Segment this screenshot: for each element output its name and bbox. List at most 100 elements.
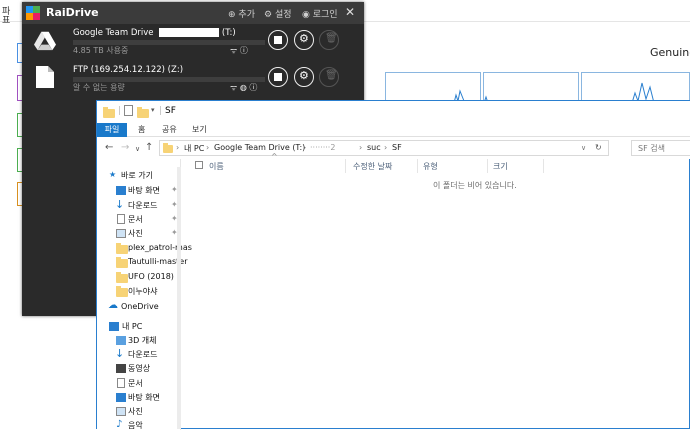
back-arrow-icon[interactable]: ← — [105, 142, 113, 153]
raidrive-logo-icon — [26, 6, 40, 20]
column-separator[interactable] — [417, 159, 418, 173]
breadcrumb-item[interactable]: ········2 — [310, 143, 335, 152]
tab-home[interactable]: 홈 — [133, 123, 150, 137]
nav-pane-scrollbar[interactable] — [177, 167, 181, 429]
search-box[interactable]: SF 검색 — [631, 140, 690, 156]
gear-icon: ⚙ — [299, 32, 309, 45]
nav-quick-access[interactable]: 바로 가기 — [121, 170, 153, 181]
login-button-label: 로그인 — [312, 10, 338, 20]
explorer-titlebar[interactable]: | ▾ | SF — [97, 101, 690, 123]
tab-view[interactable]: 보기 — [187, 123, 212, 137]
column-separator[interactable] — [543, 159, 544, 173]
nav-item-music[interactable]: 음악 — [128, 420, 143, 431]
nav-item-pictures[interactable]: 사진 — [128, 228, 143, 239]
nav-item-desktop[interactable]: 바탕 화면 — [128, 185, 160, 196]
nav-item-pictures[interactable]: 사진 — [128, 406, 143, 417]
refresh-icon[interactable]: ↻ — [595, 143, 602, 152]
background-menu-item[interactable]: 표 — [2, 13, 10, 26]
music-icon: ♪ — [116, 419, 123, 430]
raidrive-titlebar[interactable]: RaiDrive ⊕ 추가 ⚙ 설정 ◉ 로그인 ✕ — [22, 2, 364, 24]
tab-file[interactable]: 파일 — [97, 123, 127, 137]
recent-locations-chevron-icon[interactable]: ∨ — [135, 145, 140, 153]
globe-icon: ◍ — [239, 83, 247, 92]
file-icon — [36, 66, 54, 88]
drive-usage-text: 4.85 TB 사용중 — [73, 46, 129, 55]
folder-icon — [116, 243, 128, 254]
drive-settings-button[interactable]: ⚙ — [294, 30, 314, 50]
nav-item-desktop[interactable]: 바탕 화면 — [128, 392, 160, 403]
breadcrumb-item[interactable]: suc — [367, 143, 381, 152]
stop-icon — [274, 36, 282, 44]
breadcrumb-item[interactable]: SF — [392, 143, 402, 152]
nav-item-folder[interactable]: 이누야샤 — [128, 286, 157, 297]
nav-onedrive[interactable]: OneDrive — [121, 302, 159, 311]
pictures-icon — [116, 229, 126, 238]
nav-item-documents[interactable]: 문서 — [128, 378, 143, 389]
login-button[interactable]: ◉ 로그인 — [302, 7, 338, 20]
select-all-checkbox[interactable] — [195, 161, 203, 169]
background-graph — [581, 72, 690, 103]
delete-drive-button[interactable]: 🗑 — [319, 30, 339, 50]
breadcrumb-item[interactable]: Google Team Drive (T:) — [214, 143, 305, 152]
separator: | — [159, 106, 163, 116]
drive-row-google[interactable]: Google Team Drive (T:) 4.85 TB 사용중 ᯤ ⓘ ⚙… — [22, 26, 364, 62]
settings-button-label: 설정 — [274, 10, 292, 20]
drive-status-icons: ᯤ ⓘ — [230, 45, 248, 56]
window-title: SF — [165, 106, 176, 116]
drive-row-ftp[interactable]: FTP (169.254.12.122) (Z:) 알 수 없는 용량 ᯤ ◍ … — [22, 63, 364, 99]
disconnect-button[interactable] — [268, 67, 288, 87]
add-button-label: 추가 — [238, 10, 255, 20]
drive-settings-button[interactable]: ⚙ — [294, 67, 314, 87]
nav-item-downloads[interactable]: 다운로드 — [128, 200, 157, 211]
computer-icon — [109, 322, 119, 331]
drive-status-icons: ᯤ ◍ ⓘ — [230, 82, 257, 93]
navigation-pane: ★ 바로 가기 바탕 화면 ✦ ↓ 다운로드 ✦ 문서 ✦ 사진 ✦ plex_… — [97, 159, 192, 431]
search-placeholder: SF 검색 — [638, 144, 665, 153]
column-header-size[interactable]: 크기 — [493, 161, 508, 172]
disconnect-button[interactable] — [268, 30, 288, 50]
google-drive-icon — [34, 31, 56, 51]
column-separator[interactable] — [345, 159, 346, 173]
redacted-block — [159, 28, 220, 37]
separator: | — [118, 106, 122, 116]
settings-button[interactable]: ⚙ 설정 — [264, 7, 292, 20]
desktop-icon — [116, 186, 126, 195]
nav-this-pc[interactable]: 내 PC — [122, 321, 142, 332]
nav-item-documents[interactable]: 문서 — [128, 214, 143, 225]
ribbon: 파일 홈 공유 보기 — [97, 123, 690, 137]
nav-item-3d-objects[interactable]: 3D 개체 — [128, 335, 157, 346]
address-dropdown-icon[interactable]: ∨ — [581, 144, 586, 152]
nav-item-folder[interactable]: UFO (2018) — [128, 272, 174, 281]
add-button[interactable]: ⊕ 추가 — [228, 7, 255, 20]
info-icon: ⓘ — [249, 83, 258, 92]
properties-icon[interactable] — [124, 105, 133, 116]
nav-item-videos[interactable]: 동영상 — [128, 363, 150, 374]
drive-name: Google Team Drive (T:) — [73, 28, 236, 38]
download-arrow-icon: ↓ — [115, 198, 125, 211]
video-icon — [116, 364, 126, 373]
user-icon: ◉ — [302, 10, 310, 20]
drive-name: FTP (169.254.12.122) (Z:) — [73, 65, 183, 75]
close-button[interactable]: ✕ — [345, 5, 355, 19]
column-separator[interactable] — [487, 159, 488, 173]
drive-letter: (T:) — [221, 28, 236, 38]
delete-drive-button[interactable]: 🗑 — [319, 67, 339, 87]
tab-share[interactable]: 공유 — [157, 123, 182, 137]
breadcrumb-item[interactable]: 내 PC — [184, 143, 204, 154]
column-header-name[interactable]: 이름 — [209, 161, 224, 172]
new-folder-icon[interactable] — [137, 107, 149, 118]
column-header-modified[interactable]: 수정한 날짜 — [353, 161, 392, 172]
raidrive-title: RaiDrive — [46, 6, 99, 19]
stop-icon — [274, 73, 282, 81]
quick-access-toolbar-dropdown-icon[interactable]: ▾ — [151, 106, 155, 114]
nav-item-downloads[interactable]: 다운로드 — [128, 349, 157, 360]
up-arrow-icon[interactable]: ↑ — [145, 142, 153, 153]
column-header-type[interactable]: 유형 — [423, 161, 438, 172]
background-graph — [385, 72, 481, 103]
background-genuine-label: Genuine — [650, 46, 690, 59]
cloud-icon: ☁ — [108, 300, 118, 311]
folder-icon — [103, 107, 115, 118]
folder-icon — [116, 257, 128, 268]
forward-arrow-icon[interactable]: → — [121, 142, 129, 153]
address-bar[interactable]: › 내 PC › Google Team Drive (T:) › ······… — [159, 140, 609, 156]
